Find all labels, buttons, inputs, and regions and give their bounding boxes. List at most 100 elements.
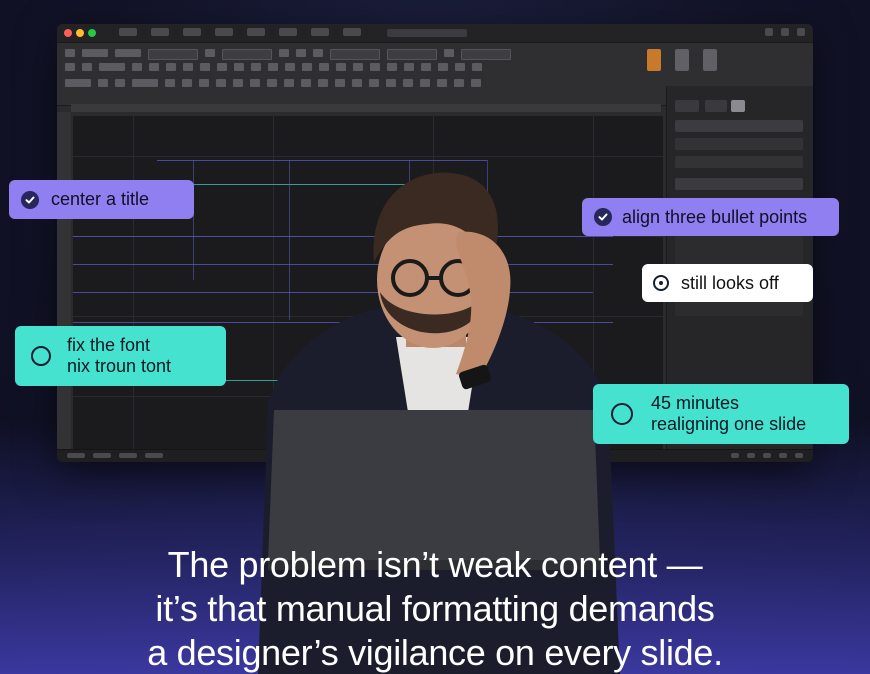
status-icon[interactable] <box>763 453 771 458</box>
toolbar-button[interactable] <box>313 49 323 57</box>
status-item[interactable] <box>67 453 85 458</box>
toolbar-button[interactable] <box>65 63 75 71</box>
toolbar-button[interactable] <box>444 49 454 57</box>
toolbar-large-button[interactable] <box>675 49 689 71</box>
toolbar-button[interactable] <box>336 63 346 71</box>
toolbar-button[interactable] <box>437 79 447 87</box>
menu-item[interactable] <box>311 28 329 36</box>
toolbar-button[interactable] <box>279 49 289 57</box>
align-right-icon[interactable] <box>217 63 227 71</box>
align-left-icon[interactable] <box>183 63 193 71</box>
toolbar-button[interactable] <box>82 49 108 57</box>
menu-item[interactable] <box>343 28 361 36</box>
toolbar-button[interactable] <box>352 79 362 87</box>
maximize-window-icon[interactable] <box>88 29 96 37</box>
toolbar-button[interactable] <box>216 79 226 87</box>
toolbar-button[interactable] <box>99 63 125 71</box>
toolbar-button[interactable] <box>98 79 108 87</box>
toolbar-button[interactable] <box>471 79 481 87</box>
bold-icon[interactable] <box>132 63 142 71</box>
toolbar-button[interactable] <box>284 79 294 87</box>
menu-item[interactable] <box>247 28 265 36</box>
toolbar-button[interactable] <box>199 79 209 87</box>
menu-item[interactable] <box>119 28 137 36</box>
font-select[interactable] <box>148 49 198 60</box>
toolbar-button[interactable] <box>115 49 141 57</box>
panel-tab[interactable] <box>675 100 699 112</box>
toolbar-button[interactable] <box>165 79 175 87</box>
status-item[interactable] <box>119 453 137 458</box>
toolbar-button[interactable] <box>250 79 260 87</box>
minimize-window-icon[interactable] <box>76 29 84 37</box>
status-item[interactable] <box>93 453 111 458</box>
menu-item[interactable] <box>215 28 233 36</box>
toolbar-button[interactable] <box>420 79 430 87</box>
status-icon[interactable] <box>795 453 803 458</box>
status-icon[interactable] <box>747 453 755 458</box>
toolbar-button[interactable] <box>318 79 328 87</box>
toolbar-button[interactable] <box>455 63 465 71</box>
toolbar-button[interactable] <box>132 79 158 87</box>
toolbar-button[interactable] <box>335 79 345 87</box>
status-icon[interactable] <box>779 453 787 458</box>
style-select[interactable] <box>387 49 437 60</box>
toolbar-large-button[interactable] <box>647 49 661 71</box>
menu-item[interactable] <box>279 28 297 36</box>
toolbar-button[interactable] <box>403 79 413 87</box>
toolbar-button[interactable] <box>421 63 431 71</box>
toolbar-button[interactable] <box>234 63 244 71</box>
toolbar-button[interactable] <box>115 79 125 87</box>
callout-text-group: fix the font nix troun tont <box>67 335 171 377</box>
toolbar-button[interactable] <box>65 79 91 87</box>
menu-item[interactable] <box>183 28 201 36</box>
style-select[interactable] <box>330 49 380 60</box>
grid-line <box>133 116 134 450</box>
toolbar-button[interactable] <box>404 63 414 71</box>
font-select[interactable] <box>222 49 272 60</box>
toolbar-icon[interactable] <box>781 28 789 36</box>
toolbar-button[interactable] <box>82 63 92 71</box>
toolbar-button[interactable] <box>370 63 380 71</box>
toolbar-button[interactable] <box>285 63 295 71</box>
toolbar-button[interactable] <box>205 49 215 57</box>
layout-select[interactable] <box>461 49 511 60</box>
underline-icon[interactable] <box>166 63 176 71</box>
panel-tab[interactable] <box>705 100 727 112</box>
panel-section-header[interactable] <box>675 178 803 190</box>
toolbar-icon[interactable] <box>765 28 773 36</box>
align-center-icon[interactable] <box>200 63 210 71</box>
toolbar-large-button[interactable] <box>703 49 717 71</box>
callout-align-bullets: align three bullet points <box>582 198 839 236</box>
toolbar-button[interactable] <box>267 79 277 87</box>
toolbar-button[interactable] <box>182 79 192 87</box>
toolbar-button[interactable] <box>454 79 464 87</box>
status-left <box>67 453 163 458</box>
toolbar-row-1 <box>65 49 511 60</box>
panel-section-header[interactable] <box>675 120 803 132</box>
toolbar-button[interactable] <box>296 49 306 57</box>
toolbar-button[interactable] <box>302 63 312 71</box>
status-icon[interactable] <box>731 453 739 458</box>
toolbar-button[interactable] <box>438 63 448 71</box>
toolbar-button[interactable] <box>65 49 75 57</box>
toolbar-button[interactable] <box>353 63 363 71</box>
window-controls <box>765 28 805 36</box>
close-window-icon[interactable] <box>64 29 72 37</box>
toolbar-large-buttons <box>647 49 717 71</box>
toolbar-button[interactable] <box>319 63 329 71</box>
status-item[interactable] <box>145 453 163 458</box>
panel-toggle[interactable] <box>731 100 745 112</box>
toolbar-button[interactable] <box>369 79 379 87</box>
close-icon[interactable] <box>797 28 805 36</box>
toolbar-button[interactable] <box>301 79 311 87</box>
italic-icon[interactable] <box>149 63 159 71</box>
toolbar-button[interactable] <box>233 79 243 87</box>
toolbar-button[interactable] <box>386 79 396 87</box>
menu-item[interactable] <box>151 28 169 36</box>
toolbar-button[interactable] <box>268 63 278 71</box>
panel-field[interactable] <box>675 156 803 168</box>
toolbar-button[interactable] <box>251 63 261 71</box>
toolbar-button[interactable] <box>387 63 397 71</box>
toolbar-button[interactable] <box>472 63 482 71</box>
panel-field[interactable] <box>675 138 803 150</box>
